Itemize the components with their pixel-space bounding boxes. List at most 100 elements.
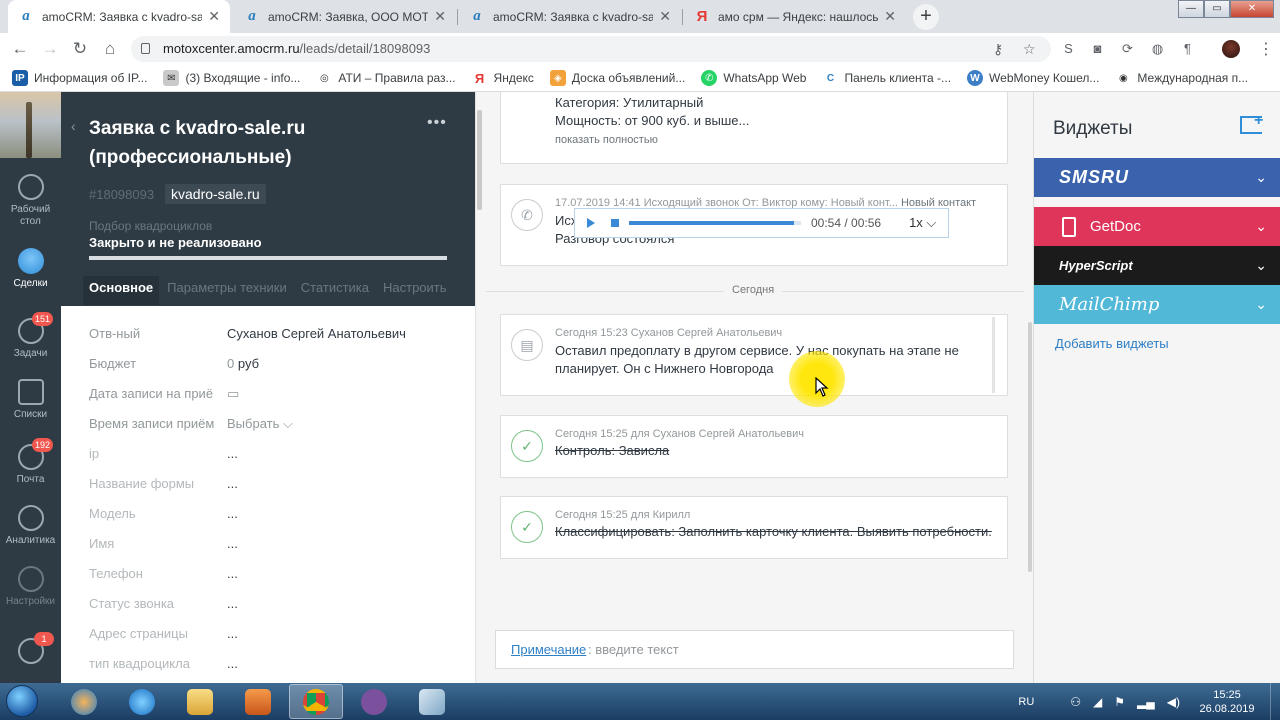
widget-smsru[interactable]: SMSRU ⌄ [1034, 158, 1280, 197]
feed-card-task[interactable]: ✓ Сегодня 15:25 для Кирилл Классифициров… [500, 496, 1008, 559]
globe-icon[interactable]: ◍ [1149, 40, 1166, 57]
close-icon[interactable]: ✕ [884, 8, 896, 25]
signal-icon[interactable]: ▂▄ [1137, 695, 1155, 709]
nav-item-dashboard[interactable]: Рабочий стол [0, 174, 61, 228]
add-widgets-link[interactable]: Добавить виджеты [1055, 336, 1169, 351]
key-icon[interactable]: ⚷ [993, 41, 1003, 58]
bookmark-item[interactable]: W WebMoney Кошел... [967, 70, 1099, 86]
sync-icon[interactable]: ⟳ [1119, 40, 1136, 57]
chevron-down-icon[interactable]: ⌄ [1255, 257, 1267, 274]
checkmark-icon[interactable]: ✓ [511, 511, 543, 543]
clock[interactable]: 15:25 26.08.2019 [1192, 688, 1262, 716]
taskbar-app[interactable] [57, 684, 111, 719]
field-call-status[interactable]: Статус звонка ... [61, 596, 475, 626]
maximize-button[interactable]: ▭ [1204, 0, 1230, 18]
field-value[interactable]: ... [227, 626, 238, 641]
field-ip[interactable]: ip ... [61, 446, 475, 476]
nav-item-analytics[interactable]: Аналитика [0, 505, 61, 546]
back-button[interactable]: ← [10, 39, 30, 59]
field-atv-type[interactable]: тип квадроцикла ... [61, 656, 475, 686]
widget-hyperscript[interactable]: HyperScript ⌄ [1034, 246, 1280, 285]
browser-tab-2[interactable]: a amoCRM: Заявка, ООО МОТОТ ✕ [234, 0, 456, 33]
taskbar-app[interactable] [231, 684, 285, 719]
taskbar-app[interactable] [173, 684, 227, 719]
windows-start-button[interactable] [6, 685, 38, 717]
nav-item-lists[interactable]: Списки [0, 379, 61, 420]
time-select[interactable]: Выбрать ⌵ [227, 416, 293, 432]
account-photo[interactable] [0, 92, 61, 158]
lead-status[interactable]: Закрыто и не реализовано [89, 235, 262, 250]
show-more-link[interactable]: показать полностью [555, 134, 749, 146]
field-budget[interactable]: Бюджет 0 руб [61, 356, 475, 386]
widget-mailchimp[interactable]: MailChimp ⌄ [1034, 285, 1280, 324]
flag-icon[interactable]: ⚑ [1114, 695, 1125, 709]
nav-item-mail[interactable]: 192 Почта [0, 438, 61, 485]
note-composer[interactable]: Примечание : введите текст [495, 630, 1014, 669]
feed-card-task[interactable]: ✓ Сегодня 15:25 для Суханов Сергей Анато… [500, 415, 1008, 478]
paragraph-icon[interactable]: ¶ [1179, 40, 1196, 57]
close-icon[interactable]: ✕ [208, 8, 220, 25]
taskbar-app[interactable] [347, 684, 401, 719]
lead-pipeline[interactable]: Подбор квадроциклов [89, 219, 212, 233]
audio-progress-slider[interactable] [629, 221, 801, 225]
playback-speed-select[interactable]: 1x ⌵ [909, 215, 936, 231]
tab-main[interactable]: Основное [83, 276, 160, 305]
bookmark-item[interactable]: ◎ АТИ – Правила раз... [316, 70, 456, 86]
checkmark-icon[interactable]: ✓ [511, 430, 543, 462]
field-name[interactable]: Имя ... [61, 536, 475, 566]
language-indicator[interactable]: RU [1018, 696, 1034, 708]
skype-icon[interactable]: S [1060, 40, 1077, 57]
network-icon[interactable]: ⚇ [1070, 695, 1081, 709]
address-bar[interactable]: motoxcenter.amocrm.ru/leads/detail/18098… [131, 36, 1051, 62]
nav-item-chat[interactable]: 1 [0, 632, 61, 668]
field-value[interactable]: ... [227, 506, 238, 521]
bookmark-item[interactable]: ✆ WhatsApp Web [701, 70, 806, 86]
note-type-link[interactable]: Примечание [511, 642, 586, 657]
field-model[interactable]: Модель ... [61, 506, 475, 536]
bookmark-item[interactable]: ◈ Доска объявлений... [549, 70, 685, 86]
field-value[interactable]: Суханов Сергей Анатольевич [227, 326, 406, 341]
tab-equipment[interactable]: Параметры техники [161, 276, 293, 305]
field-value[interactable]: ... [227, 536, 238, 551]
chevron-down-icon[interactable]: ⌄ [1255, 169, 1267, 186]
taskbar-app[interactable] [405, 684, 459, 719]
show-desktop-button[interactable] [1270, 683, 1280, 720]
back-arrow-icon[interactable]: ‹ [71, 118, 76, 134]
scrollbar[interactable] [1028, 322, 1032, 572]
field-phone[interactable]: Телефон ... [61, 566, 475, 596]
scrollbar[interactable] [992, 317, 995, 393]
field-value[interactable]: ... [227, 596, 238, 611]
bookmark-item[interactable]: C Панель клиента -... [822, 70, 951, 86]
close-icon[interactable]: ✕ [434, 8, 446, 25]
scrollbar[interactable] [477, 110, 482, 210]
feed-card-note[interactable]: ▤ Сегодня 15:23 Суханов Сергей Анатольев… [500, 314, 1008, 396]
nav-item-settings[interactable]: Настройки [0, 566, 61, 607]
lead-tag[interactable]: kvadro-sale.ru [165, 184, 266, 204]
close-icon[interactable]: ✕ [659, 8, 671, 25]
bookmark-item[interactable]: ✉ (3) Входящие - info... [163, 70, 300, 86]
note-input[interactable]: : введите текст [588, 642, 679, 657]
browser-tab-1[interactable]: a amoCRM: Заявка с kvadro-sale.r ✕ [8, 0, 230, 33]
chevron-down-icon[interactable]: ⌄ [1255, 218, 1267, 235]
play-icon[interactable] [587, 218, 595, 228]
star-icon[interactable]: ☆ [1023, 41, 1036, 58]
field-responsible[interactable]: Отв-ный Суханов Сергей Анатольевич [61, 326, 475, 356]
field-value[interactable]: ... [227, 656, 238, 671]
field-page-url[interactable]: Адрес страницы ... [61, 626, 475, 656]
bookmark-item[interactable]: Я Яндекс [472, 70, 534, 86]
window-close-button[interactable]: ✕ [1230, 0, 1274, 18]
chevron-down-icon[interactable]: ⌄ [1255, 296, 1267, 313]
field-form-name[interactable]: Название формы ... [61, 476, 475, 506]
new-tab-button[interactable]: + [913, 4, 939, 30]
taskbar-app-chrome[interactable] [289, 684, 343, 719]
wifi-icon[interactable]: ◢ [1093, 695, 1102, 709]
field-value[interactable]: 0 руб [227, 356, 259, 371]
profile-avatar[interactable] [1222, 40, 1240, 58]
field-value[interactable]: ... [227, 446, 238, 461]
taskbar-app[interactable] [115, 684, 169, 719]
browser-tab-3[interactable]: a amoCRM: Заявка с kvadro-sale.r ✕ [459, 0, 681, 33]
stop-icon[interactable] [611, 219, 619, 227]
minimize-button[interactable]: — [1178, 0, 1204, 18]
browser-tab-4[interactable]: Я амо срм — Яндекс: нашлось 43 ✕ [684, 0, 906, 33]
more-options-icon[interactable]: ••• [427, 114, 447, 132]
